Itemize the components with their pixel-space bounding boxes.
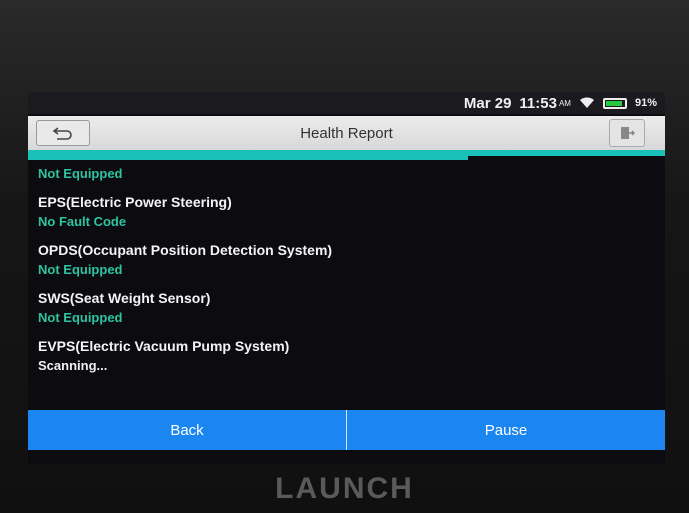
screen: Mar 29 11:53 AM 91% Health Report Not Eq… xyxy=(28,92,665,464)
list-item: EPS(Electric Power Steering) No Fault Co… xyxy=(28,192,665,232)
brand-logo: LAUNCH xyxy=(275,472,414,505)
battery-percent: 91% xyxy=(634,97,657,109)
device-frame: Mar 29 11:53 AM 91% Health Report Not Eq… xyxy=(0,0,689,513)
title-bar: Health Report xyxy=(28,116,665,156)
exit-button[interactable] xyxy=(609,119,645,147)
back-button[interactable]: Back xyxy=(28,410,346,450)
action-bar: Back Pause xyxy=(28,410,665,450)
page-title: Health Report xyxy=(300,124,393,142)
system-name: SWS(Seat Weight Sensor) xyxy=(38,290,211,306)
system-status: Not Equipped xyxy=(38,262,123,277)
back-arrow-button[interactable] xyxy=(36,120,90,146)
system-status: Not Equipped xyxy=(38,310,123,325)
exit-icon xyxy=(621,127,635,139)
battery-icon xyxy=(602,97,627,109)
status-time: 11:53 xyxy=(519,94,557,112)
pause-button[interactable]: Pause xyxy=(346,410,665,450)
system-status: Not Equipped xyxy=(38,166,123,181)
status-bar: Mar 29 11:53 AM 91% xyxy=(28,92,665,114)
list-item: EVPS(Electric Vacuum Pump System) Scanni… xyxy=(28,336,665,376)
health-report-list: Not Equipped EPS(Electric Power Steering… xyxy=(28,160,665,408)
list-item: Not Equipped xyxy=(28,164,665,184)
system-name: EVPS(Electric Vacuum Pump System) xyxy=(38,338,290,354)
system-status: No Fault Code xyxy=(38,214,127,229)
status-date: Mar 29 xyxy=(463,94,512,112)
system-name: EPS(Electric Power Steering) xyxy=(38,194,232,210)
system-status: Scanning... xyxy=(38,358,108,373)
wifi-icon xyxy=(579,97,594,108)
status-ampm: AM xyxy=(558,98,571,108)
system-name: OPDS(Occupant Position Detection System) xyxy=(38,242,333,258)
list-item: OPDS(Occupant Position Detection System)… xyxy=(28,240,665,280)
back-arrow-icon xyxy=(52,127,72,140)
list-item: SWS(Seat Weight Sensor) Not Equipped xyxy=(28,288,665,328)
